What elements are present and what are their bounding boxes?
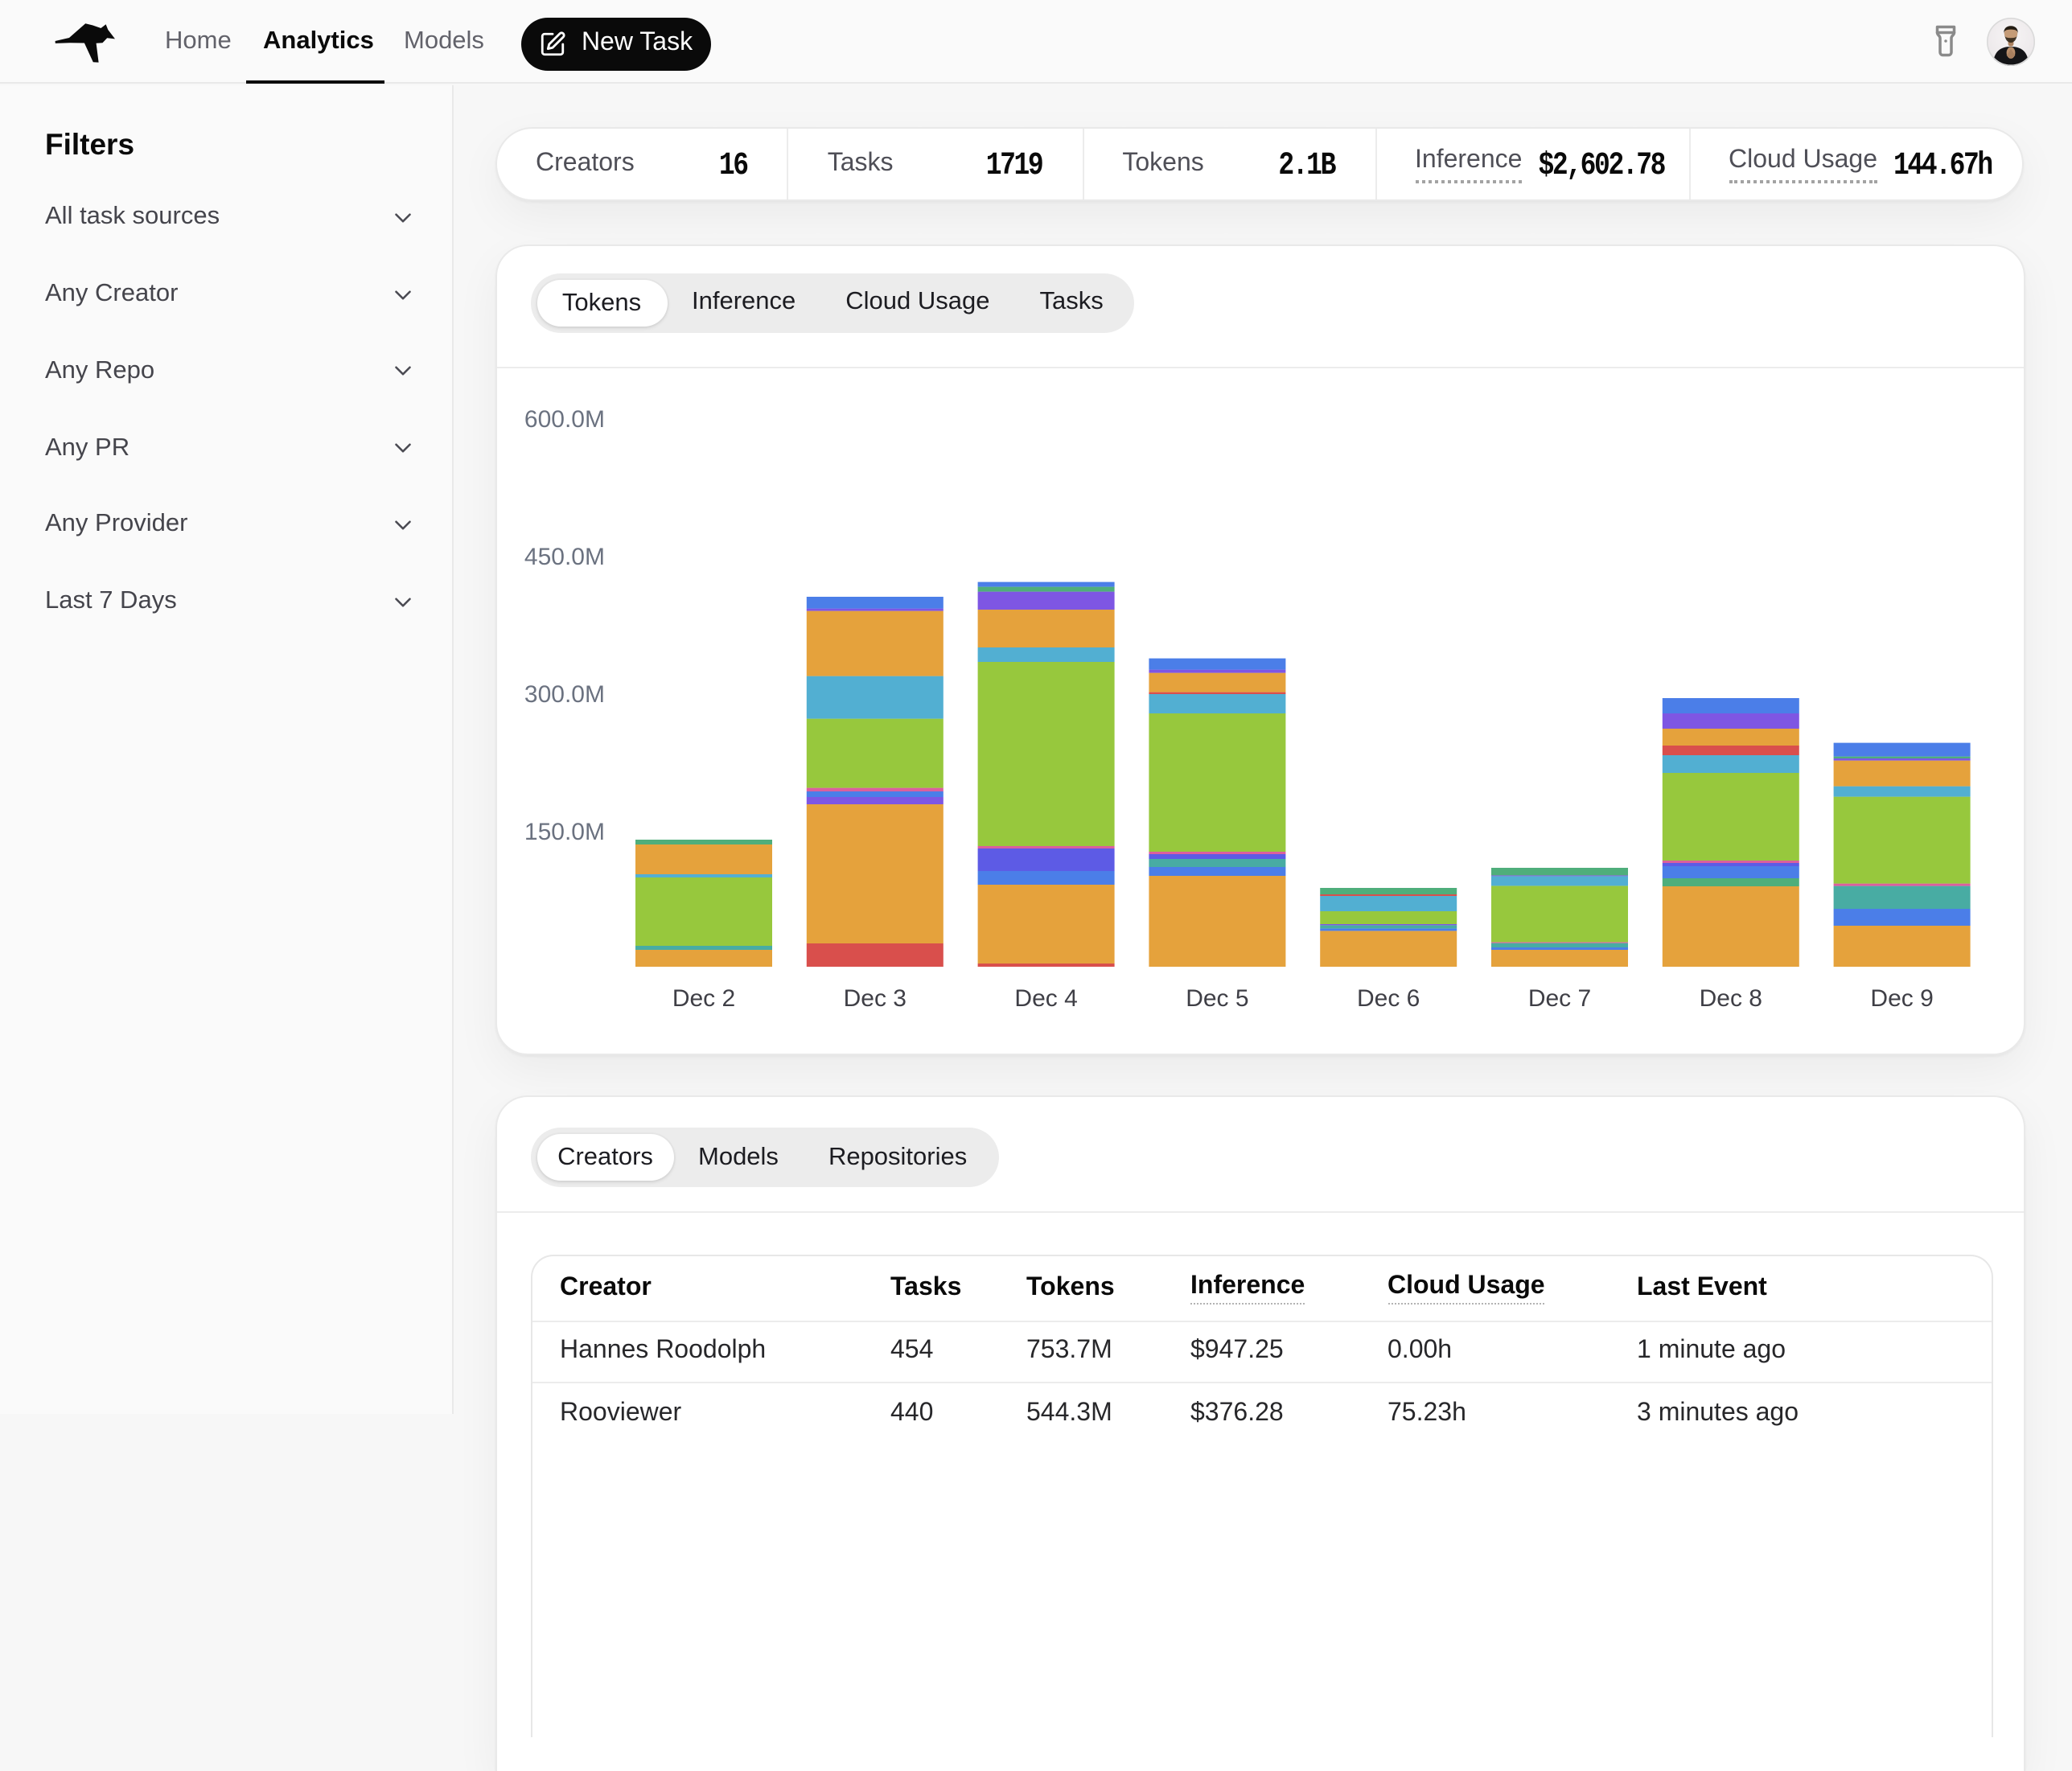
- svg-text:Dec 8: Dec 8: [1699, 985, 1762, 1012]
- svg-text:Dec 7: Dec 7: [1527, 985, 1590, 1012]
- svg-text:150.0M: 150.0M: [524, 819, 604, 845]
- svg-text:Dec 3: Dec 3: [843, 985, 906, 1012]
- svg-text:Dec 5: Dec 5: [1185, 985, 1248, 1012]
- svg-text:Dec 2: Dec 2: [672, 985, 734, 1012]
- svg-text:Dec 9: Dec 9: [1869, 985, 1932, 1012]
- svg-text:600.0M: 600.0M: [524, 406, 604, 433]
- svg-text:Dec 4: Dec 4: [1013, 985, 1076, 1012]
- svg-text:450.0M: 450.0M: [524, 544, 604, 570]
- svg-text:300.0M: 300.0M: [524, 681, 604, 708]
- svg-text:Dec 6: Dec 6: [1356, 985, 1419, 1012]
